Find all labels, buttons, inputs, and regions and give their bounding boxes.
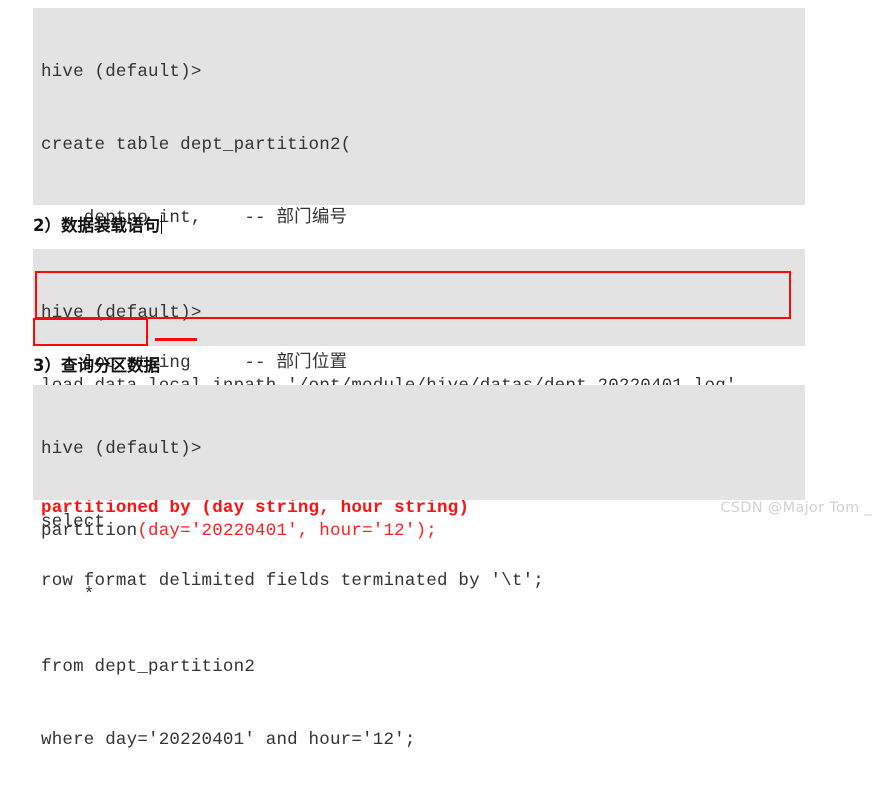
code-line: hive (default)> bbox=[41, 439, 202, 460]
code-line: from dept_partition2 bbox=[41, 657, 256, 678]
code-block-load-data[interactable]: hive (default)> load data local inpath '… bbox=[33, 249, 805, 541]
watermark: CSDN @Major Tom _ bbox=[720, 500, 872, 516]
code-line: hive (default)> bbox=[41, 303, 202, 324]
code-line: hive (default)> bbox=[41, 62, 202, 83]
text-cursor bbox=[160, 215, 162, 234]
code-line: where day='20220401' and hour='12'; bbox=[41, 729, 416, 750]
code-line: create table dept_partition2( bbox=[41, 135, 352, 155]
code-line: * bbox=[41, 584, 95, 605]
section-heading-3-text: 3）查询分区数据 bbox=[33, 356, 160, 375]
section-heading-2: 2）数据装载语句 bbox=[33, 212, 162, 236]
code-line: select bbox=[41, 512, 106, 532]
section-heading-3: 3）查询分区数据 bbox=[33, 352, 160, 376]
code-block-create-table[interactable]: hive (default)> create table dept_partit… bbox=[33, 8, 805, 591]
code-block-query[interactable]: hive (default)> select * from dept_parti… bbox=[33, 385, 805, 750]
document-page: hive (default)> create table dept_partit… bbox=[0, 0, 880, 750]
section-heading-2-text: 2）数据装载语句 bbox=[33, 216, 160, 235]
